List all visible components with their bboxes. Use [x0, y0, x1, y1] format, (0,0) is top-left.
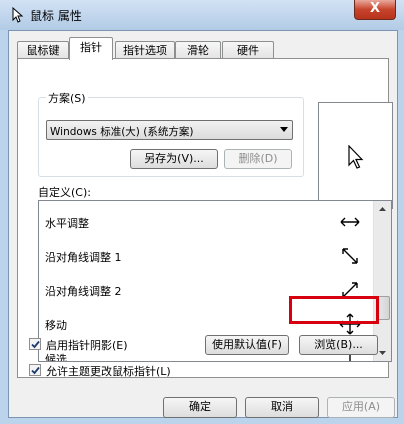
- list-item[interactable]: 沿对角线调整 1: [39, 239, 373, 273]
- tab-pointers[interactable]: 指针: [69, 37, 113, 60]
- tab-buttons[interactable]: 鼠标键: [17, 41, 69, 59]
- tab-hardware[interactable]: 硬件: [222, 41, 274, 59]
- customize-label: 自定义(C):: [38, 186, 91, 199]
- list-item-label: 沿对角线调整 2: [45, 285, 122, 298]
- window-title: 鼠标 属性: [30, 9, 82, 23]
- cursor-preview: [318, 102, 393, 209]
- tab-pointer-options[interactable]: 指针选项: [115, 41, 175, 59]
- horizontal-resize-icon: [340, 217, 360, 227]
- save-as-button[interactable]: 另存为(V)...: [130, 149, 218, 169]
- list-item-label: 水平调整: [45, 217, 89, 230]
- list-item-label: 移动: [45, 319, 67, 332]
- browse-button[interactable]: 浏览(B)...: [299, 335, 378, 355]
- use-default-button[interactable]: 使用默认值(F): [205, 335, 289, 355]
- scroll-up-icon[interactable]: [374, 201, 391, 218]
- annotation-highlight-box: [289, 296, 379, 324]
- delete-button[interactable]: 删除(D): [224, 149, 292, 169]
- allow-themes-checkbox[interactable]: [29, 364, 41, 376]
- enable-shadow-label: 启用指针阴影(E): [46, 339, 128, 352]
- arrow-cursor-icon: [348, 145, 364, 169]
- allow-themes-label: 允许主题更改鼠标指针(L): [46, 365, 171, 378]
- list-item[interactable]: 水平调整: [39, 205, 373, 239]
- chevron-down-icon: [280, 127, 288, 132]
- checkmark-icon: [31, 366, 40, 375]
- list-item-label: 沿对角线调整 1: [45, 251, 122, 264]
- mouse-properties-window: 鼠标 属性 X 鼠标键 指针 指针选项 滑轮 硬件 方案(S) Windows …: [0, 0, 404, 424]
- mouse-icon: [12, 7, 24, 23]
- checkmark-icon: [31, 340, 40, 349]
- apply-button[interactable]: 应用(A): [327, 397, 395, 418]
- scheme-selected-value: Windows 标准(大) (系统方案): [50, 126, 194, 138]
- ok-button[interactable]: 确定: [163, 397, 237, 418]
- cancel-button[interactable]: 取消: [245, 397, 319, 418]
- pointers-panel: 方案(S) Windows 标准(大) (系统方案) 另存为(V)... 删除(…: [17, 58, 393, 378]
- enable-shadow-checkbox[interactable]: [29, 338, 41, 350]
- scheme-select[interactable]: Windows 标准(大) (系统方案): [46, 120, 293, 140]
- title-bar: 鼠标 属性 X: [0, 0, 404, 30]
- close-button[interactable]: X: [354, 0, 396, 20]
- diagonal-resize-1-icon: [342, 248, 358, 264]
- scheme-label: 方案(S): [46, 90, 88, 106]
- tab-wheel[interactable]: 滑轮: [175, 41, 221, 59]
- dialog-body: 鼠标键 指针 指针选项 滑轮 硬件 方案(S) Windows 标准(大) (系…: [8, 30, 398, 418]
